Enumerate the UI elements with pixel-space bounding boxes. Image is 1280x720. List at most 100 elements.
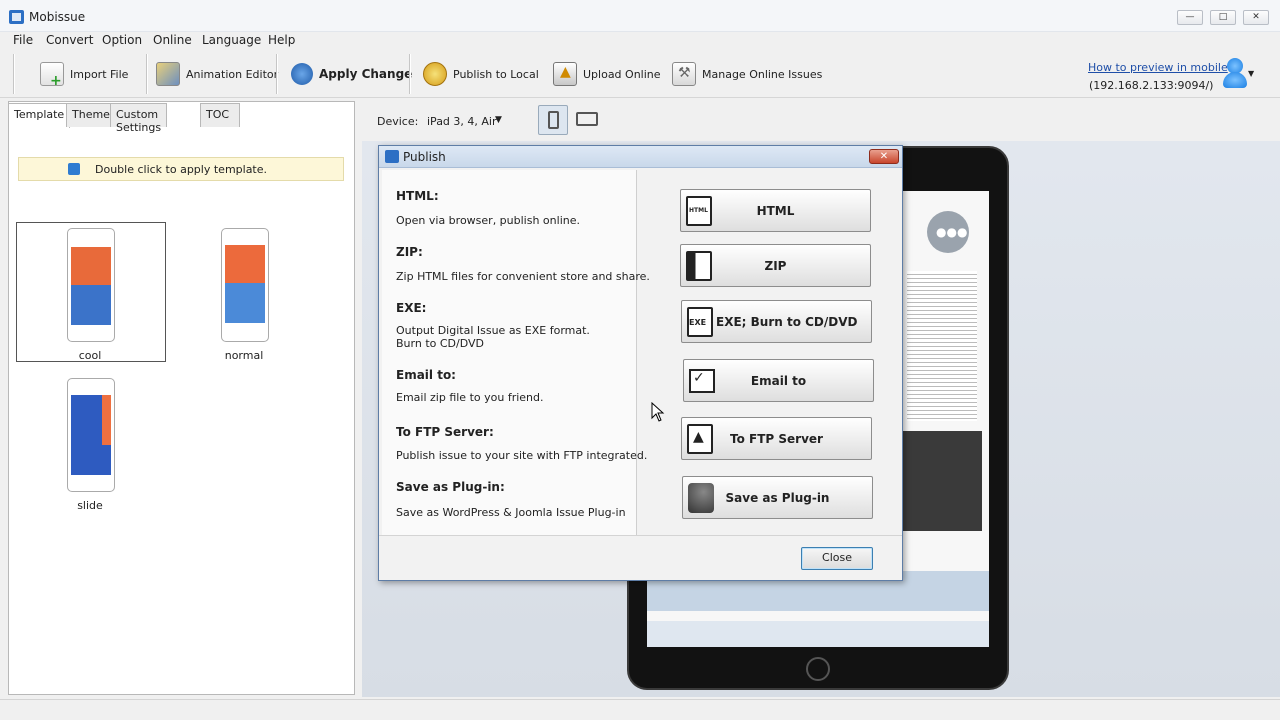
- tab-theme[interactable]: Theme: [66, 103, 116, 127]
- exe-button[interactable]: EXE EXE; Burn to CD/DVD: [681, 300, 872, 343]
- refresh-icon: [291, 63, 313, 85]
- email-desc: Email zip file to you friend.: [396, 391, 544, 404]
- preview-ip-address: (192.168.2.133:9094/): [1089, 79, 1214, 92]
- window-title: Mobissue: [29, 10, 86, 24]
- exe-desc-2: Burn to CD/DVD: [396, 337, 484, 350]
- chevron-down-icon[interactable]: ▼: [495, 115, 502, 125]
- page-text: [907, 271, 977, 421]
- toolbar-divider: [13, 54, 14, 94]
- toolbar-divider: [409, 54, 410, 94]
- zip-button[interactable]: ZIP: [680, 244, 871, 287]
- template-thumbnail: [67, 228, 115, 342]
- import-file-button[interactable]: + Import File: [40, 56, 128, 92]
- maximize-icon[interactable]: □: [1210, 10, 1236, 25]
- html-heading: HTML:: [396, 189, 439, 203]
- toolbar: + Import File Animation Editor Apply Cha…: [0, 50, 1280, 98]
- app-icon: [9, 10, 24, 24]
- dialog-title-bar: Publish ✕: [379, 146, 902, 168]
- page-bottom: [647, 621, 989, 647]
- tab-template[interactable]: Template: [8, 103, 71, 128]
- import-file-icon: +: [40, 62, 64, 89]
- preview-mobile-link[interactable]: How to preview in mobile: [1088, 61, 1228, 74]
- publish-local-button[interactable]: Publish to Local: [423, 56, 539, 92]
- template-label: normal: [224, 349, 264, 362]
- chevron-down-icon: ▼: [1248, 69, 1255, 78]
- menu-convert[interactable]: Convert: [46, 33, 93, 47]
- wrench-icon: ⚒: [672, 62, 696, 86]
- template-label: cool: [78, 349, 102, 362]
- template-label: slide: [77, 499, 103, 512]
- hint-text: Double click to apply template.: [95, 163, 268, 176]
- mouse-cursor-icon: [651, 401, 665, 425]
- plugin-button[interactable]: Save as Plug-in: [682, 476, 873, 519]
- menu-option[interactable]: Option: [102, 33, 142, 47]
- email-heading: Email to:: [396, 368, 456, 382]
- template-normal[interactable]: [221, 228, 269, 342]
- menu-language[interactable]: Language: [202, 33, 261, 47]
- exe-heading: EXE:: [396, 301, 427, 315]
- home-button-icon: [806, 657, 830, 681]
- menu-file[interactable]: File: [13, 33, 33, 47]
- animation-editor-label: Animation Editor: [186, 67, 279, 81]
- zip-file-icon: [686, 251, 712, 281]
- email-button[interactable]: ✓ Email to: [683, 359, 874, 402]
- more-options-icon[interactable]: ●●●: [927, 211, 969, 253]
- status-bar: [0, 699, 1280, 720]
- ftp-button-label: To FTP Server: [730, 431, 823, 446]
- page-photo: [902, 431, 982, 531]
- apply-change-label: Apply Change: [319, 67, 413, 81]
- upload-online-label: Upload Online: [583, 67, 661, 81]
- pencil-icon: [156, 62, 180, 86]
- email-icon: ✓: [689, 369, 715, 393]
- publish-local-label: Publish to Local: [453, 67, 539, 81]
- manage-online-label: Manage Online Issues: [702, 67, 823, 81]
- plugin-button-label: Save as Plug-in: [725, 490, 830, 505]
- puzzle-plugin-icon: [688, 483, 714, 513]
- email-button-label: Email to: [750, 373, 807, 388]
- html-button[interactable]: HTML HTML: [680, 189, 871, 232]
- upload-icon: ▲: [553, 62, 577, 86]
- ftp-desc: Publish issue to your site with FTP inte…: [396, 449, 648, 462]
- exe-file-icon: EXE: [687, 307, 713, 337]
- minimize-icon[interactable]: —: [1177, 10, 1203, 25]
- dialog-close-icon[interactable]: ✕: [869, 149, 899, 164]
- exe-button-label: EXE; Burn to CD/DVD: [716, 314, 858, 329]
- user-account-icon[interactable]: ▼: [1222, 58, 1255, 90]
- ftp-button[interactable]: ▲ To FTP Server: [681, 417, 872, 460]
- zip-button-label: ZIP: [764, 258, 787, 273]
- template-hint: Double click to apply template.: [18, 157, 344, 181]
- dialog-divider: [379, 535, 902, 536]
- plugin-desc: Save as WordPress & Joomla Issue Plug-in: [396, 506, 626, 519]
- html-file-icon: HTML: [686, 196, 712, 226]
- tab-custom-settings[interactable]: Custom Settings: [110, 103, 168, 134]
- device-label: Device:: [377, 115, 419, 128]
- html-desc: Open via browser, publish online.: [396, 214, 580, 227]
- device-bar: Device: iPad 3, 4, Air ▼: [362, 101, 1280, 141]
- upload-online-button[interactable]: ▲ Upload Online: [553, 56, 661, 92]
- apply-change-button[interactable]: Apply Change: [291, 56, 412, 92]
- gear-icon: [423, 62, 447, 86]
- toolbar-divider: [146, 54, 147, 94]
- landscape-icon[interactable]: [576, 112, 598, 126]
- import-file-label: Import File: [70, 67, 129, 81]
- animation-editor-button[interactable]: Animation Editor: [156, 56, 278, 92]
- close-button[interactable]: Close: [801, 547, 873, 570]
- zip-desc: Zip HTML files for convenient store and …: [396, 270, 650, 283]
- info-icon: [68, 163, 80, 175]
- portrait-icon[interactable]: [538, 105, 568, 135]
- html-button-label: HTML: [756, 203, 795, 218]
- app-icon: [385, 150, 399, 163]
- close-icon[interactable]: ✕: [1243, 10, 1269, 25]
- menu-help[interactable]: Help: [268, 33, 295, 47]
- device-select[interactable]: iPad 3, 4, Air: [427, 115, 497, 128]
- title-bar: Mobissue — □ ✕: [0, 0, 1280, 32]
- zip-heading: ZIP:: [396, 245, 423, 259]
- template-slide[interactable]: [67, 378, 115, 492]
- plugin-heading: Save as Plug-in:: [396, 480, 505, 494]
- manage-online-button[interactable]: ⚒ Manage Online Issues: [672, 56, 822, 92]
- menu-online[interactable]: Online: [153, 33, 192, 47]
- exe-desc: Output Digital Issue as EXE format.: [396, 324, 590, 337]
- ftp-upload-icon: ▲: [687, 424, 713, 454]
- tab-toc[interactable]: TOC: [200, 103, 240, 127]
- ftp-heading: To FTP Server:: [396, 425, 494, 439]
